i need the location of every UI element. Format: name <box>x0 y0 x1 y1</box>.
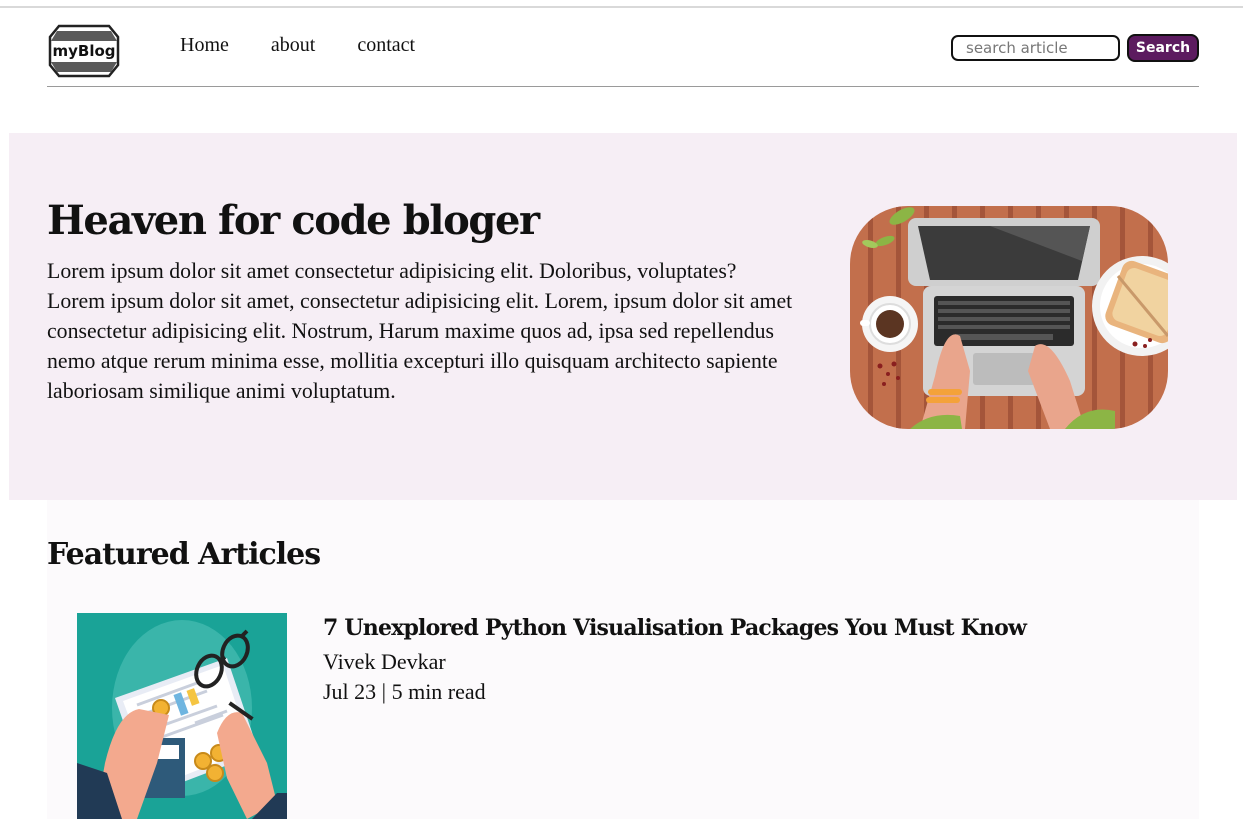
navbar: myBlog Home about contact Search <box>47 18 1199 87</box>
nav-divider <box>47 86 1199 87</box>
nav-contact-link[interactable]: contact <box>357 34 415 57</box>
hero-paragraph-2: Lorem ipsum dolor sit amet, consectetur … <box>47 289 793 403</box>
article-author: Vivek Devkar <box>323 649 446 674</box>
hero-title: Heaven for code bloger <box>47 197 540 244</box>
hero-section: Heaven for code bloger Lorem ipsum dolor… <box>9 133 1237 500</box>
search-form: Search <box>951 34 1199 62</box>
hero-paragraph-1: Lorem ipsum dolor sit amet consectetur a… <box>47 259 737 283</box>
logo-text: myBlog <box>52 42 115 60</box>
article-card[interactable]: 7 Unexplored Python Visualisation Packag… <box>77 613 1177 819</box>
nav-links: Home about contact <box>180 34 457 57</box>
top-border <box>0 6 1243 8</box>
article-meta: Jul 23 | 5 min read <box>323 679 486 704</box>
search-input[interactable] <box>951 35 1120 61</box>
nav-about-link[interactable]: about <box>271 34 315 57</box>
search-button[interactable]: Search <box>1127 34 1199 62</box>
hero-text: Lorem ipsum dolor sit amet consectetur a… <box>47 256 817 406</box>
finance-document-illustration-icon[interactable] <box>77 613 287 819</box>
featured-heading: Featured Articles <box>47 537 321 572</box>
featured-section: Featured Articles 7 Unexplored Python Vi… <box>47 500 1199 819</box>
logo[interactable]: myBlog <box>47 23 121 78</box>
nav-home-link[interactable]: Home <box>180 34 229 57</box>
article-title[interactable]: 7 Unexplored Python Visualisation Packag… <box>323 615 1027 641</box>
laptop-desk-illustration-icon <box>850 206 1168 429</box>
